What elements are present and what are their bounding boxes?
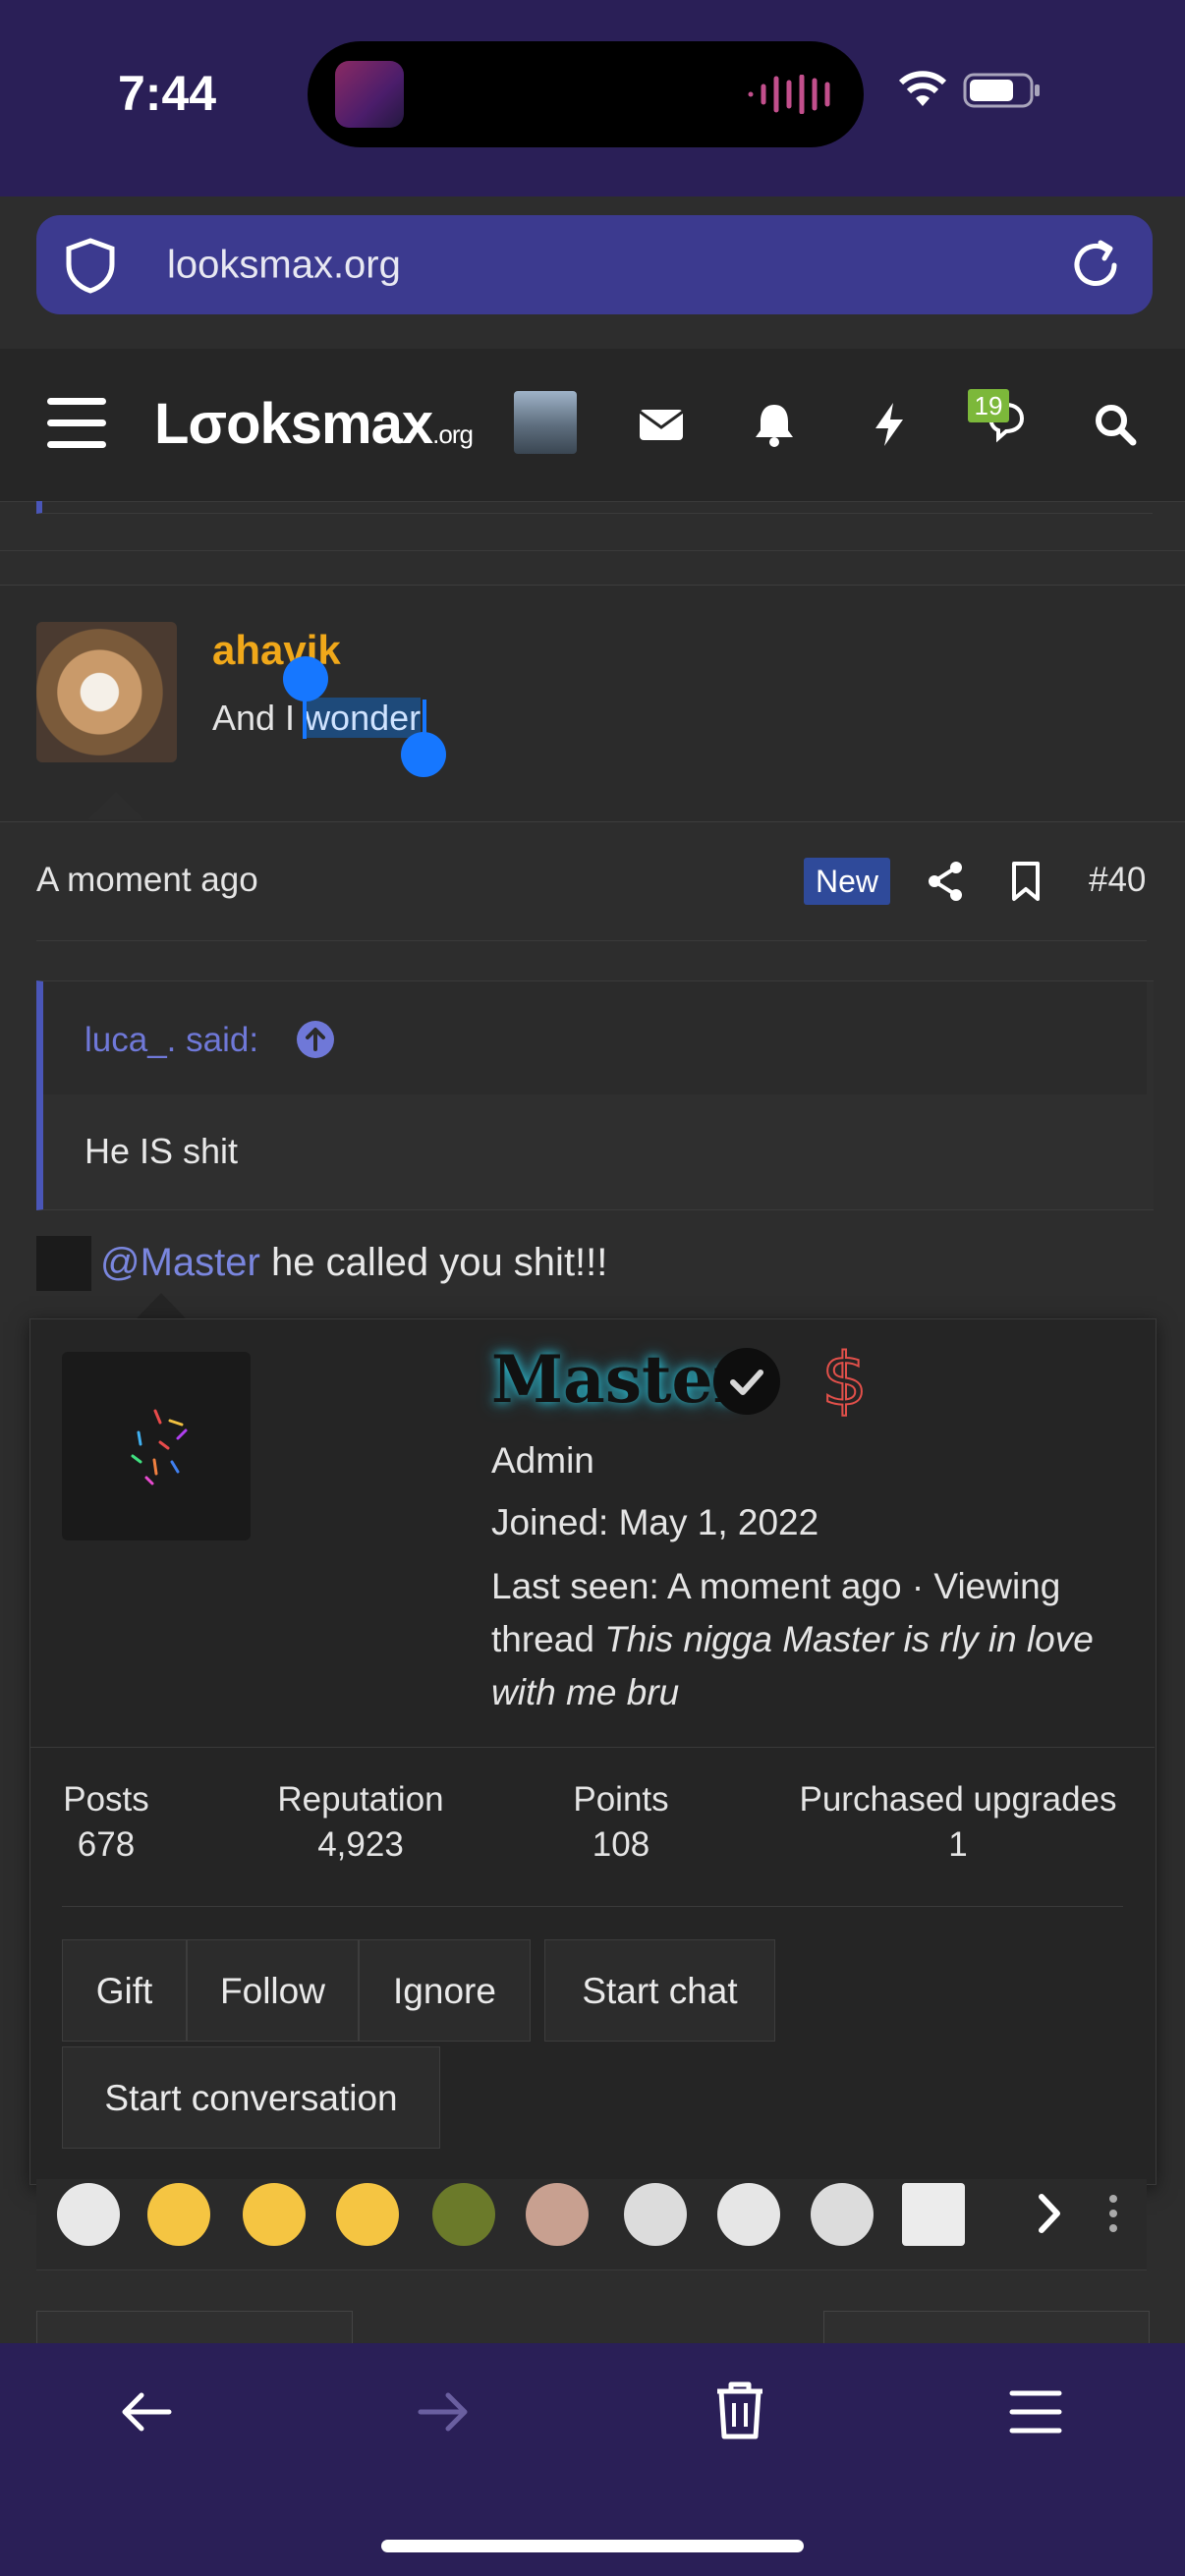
conversation-count-badge: 19 xyxy=(968,389,1009,422)
member-joined: Joined: May 1, 2022 xyxy=(491,1502,819,1542)
ignore-button[interactable]: Ignore xyxy=(359,1939,531,2042)
quote-text: He IS shit xyxy=(85,1131,239,1171)
bookmark-icon[interactable] xyxy=(1008,860,1044,903)
battery-icon xyxy=(963,73,1040,108)
mention-link[interactable]: @Master xyxy=(100,1241,260,1284)
shield-icon xyxy=(66,238,115,294)
popup-arrow xyxy=(136,1293,187,1319)
user-title-text: And I xyxy=(212,698,306,738)
trash-icon[interactable] xyxy=(709,2378,770,2442)
home-indicator[interactable] xyxy=(381,2540,804,2552)
bell-icon[interactable] xyxy=(745,395,804,454)
soyjak-emoji[interactable] xyxy=(811,2183,874,2246)
stat-reputation[interactable]: Reputation 4,923 xyxy=(257,1780,464,1865)
lightning-icon[interactable] xyxy=(860,395,919,454)
start-chat-button[interactable]: Start chat xyxy=(544,1939,775,2042)
post-user-block xyxy=(0,585,1185,822)
gift-button[interactable]: Gift xyxy=(62,1939,187,2042)
stat-posts[interactable]: Posts 678 xyxy=(37,1780,175,1865)
post-number[interactable]: #40 xyxy=(1089,861,1146,900)
divider xyxy=(62,1906,1123,1907)
search-icon[interactable] xyxy=(1086,395,1145,454)
post-message: @Master he called you shit!!! xyxy=(100,1241,607,1285)
user-avatar[interactable] xyxy=(36,622,177,762)
shrek-emoji[interactable] xyxy=(432,2183,495,2246)
stat-purchased-upgrades[interactable]: Purchased upgrades 1 xyxy=(786,1780,1130,1865)
chad-emoji[interactable] xyxy=(902,2183,965,2246)
message-text: he called you shit!!! xyxy=(259,1241,608,1284)
back-arrow-icon[interactable] xyxy=(116,2381,177,2442)
verified-check-icon xyxy=(713,1348,780,1415)
smug-wojak-emoji[interactable] xyxy=(717,2183,780,2246)
stat-points[interactable]: Points 108 xyxy=(542,1780,700,1865)
share-icon[interactable] xyxy=(925,860,968,903)
user-title: And I wonder xyxy=(212,698,422,739)
selection-end-handle[interactable] xyxy=(401,732,446,777)
grinning-face-emoji[interactable] xyxy=(336,2183,399,2246)
stat-label: Posts xyxy=(63,1780,149,1819)
audio-waveform-icon xyxy=(748,75,830,114)
member-avatar[interactable] xyxy=(62,1352,251,1540)
post-timestamp[interactable]: A moment ago xyxy=(36,861,258,900)
account-avatar[interactable] xyxy=(514,391,577,454)
selected-text: wonder xyxy=(305,698,422,738)
divider xyxy=(36,940,1147,941)
stat-label: Reputation xyxy=(277,1780,444,1819)
stat-value: 678 xyxy=(77,1825,136,1864)
new-badge: New xyxy=(804,858,890,905)
avatar-arrow xyxy=(88,792,143,819)
sad-wojak-emoji[interactable] xyxy=(624,2183,687,2246)
status-time: 7:44 xyxy=(118,66,217,121)
dollar-icon: $ xyxy=(820,1337,869,1424)
quote-block: luca_. said: He IS shit xyxy=(36,980,1154,1210)
chevron-right-icon[interactable] xyxy=(1032,2189,1067,2238)
start-conversation-button[interactable]: Start conversation xyxy=(62,2046,440,2149)
quote-author[interactable]: luca_. said: xyxy=(85,1021,258,1060)
selection-start-handle[interactable] xyxy=(283,656,328,701)
follow-button[interactable]: Follow xyxy=(187,1939,359,2042)
arrow-up-circle-icon[interactable] xyxy=(295,1019,336,1060)
logo-suffix: .org xyxy=(432,420,474,449)
forward-arrow-icon xyxy=(418,2392,468,2432)
member-role: Admin xyxy=(491,1440,594,1481)
member-last-seen: Last seen: A moment ago · Viewing thread… xyxy=(491,1560,1120,1719)
envelope-icon[interactable] xyxy=(632,395,691,454)
member-name[interactable]: Master xyxy=(491,1341,747,1418)
menu-icon[interactable] xyxy=(47,398,106,449)
more-vertical-icon[interactable] xyxy=(1102,2189,1124,2238)
stat-label: Purchased upgrades xyxy=(799,1780,1117,1819)
stat-value: 1 xyxy=(948,1825,968,1864)
dynamic-island xyxy=(308,41,864,147)
wojak-emoji[interactable] xyxy=(57,2183,120,2246)
previous-post-edge xyxy=(36,501,1153,514)
logo-text: Lσoksmax xyxy=(154,392,433,456)
crying-wojak-emoji[interactable] xyxy=(526,2183,589,2246)
heart-eyes-emoji[interactable] xyxy=(243,2183,306,2246)
reload-icon[interactable] xyxy=(1067,237,1124,294)
mention-avatar xyxy=(36,1236,91,1291)
divider xyxy=(0,550,1185,551)
crying-face-emoji[interactable] xyxy=(147,2183,210,2246)
site-logo[interactable]: Lσoksmax.org xyxy=(154,391,474,457)
wifi-icon xyxy=(898,71,947,106)
menu-lines-icon[interactable] xyxy=(1006,2385,1065,2438)
sparkle-avatar-art xyxy=(131,1409,188,1485)
now-playing-artwork xyxy=(335,61,404,128)
stat-label: Points xyxy=(573,1780,669,1819)
url-text[interactable]: looksmax.org xyxy=(167,244,401,288)
divider xyxy=(29,1747,1155,1748)
stat-value: 108 xyxy=(592,1825,650,1864)
stat-value: 4,923 xyxy=(317,1825,404,1864)
